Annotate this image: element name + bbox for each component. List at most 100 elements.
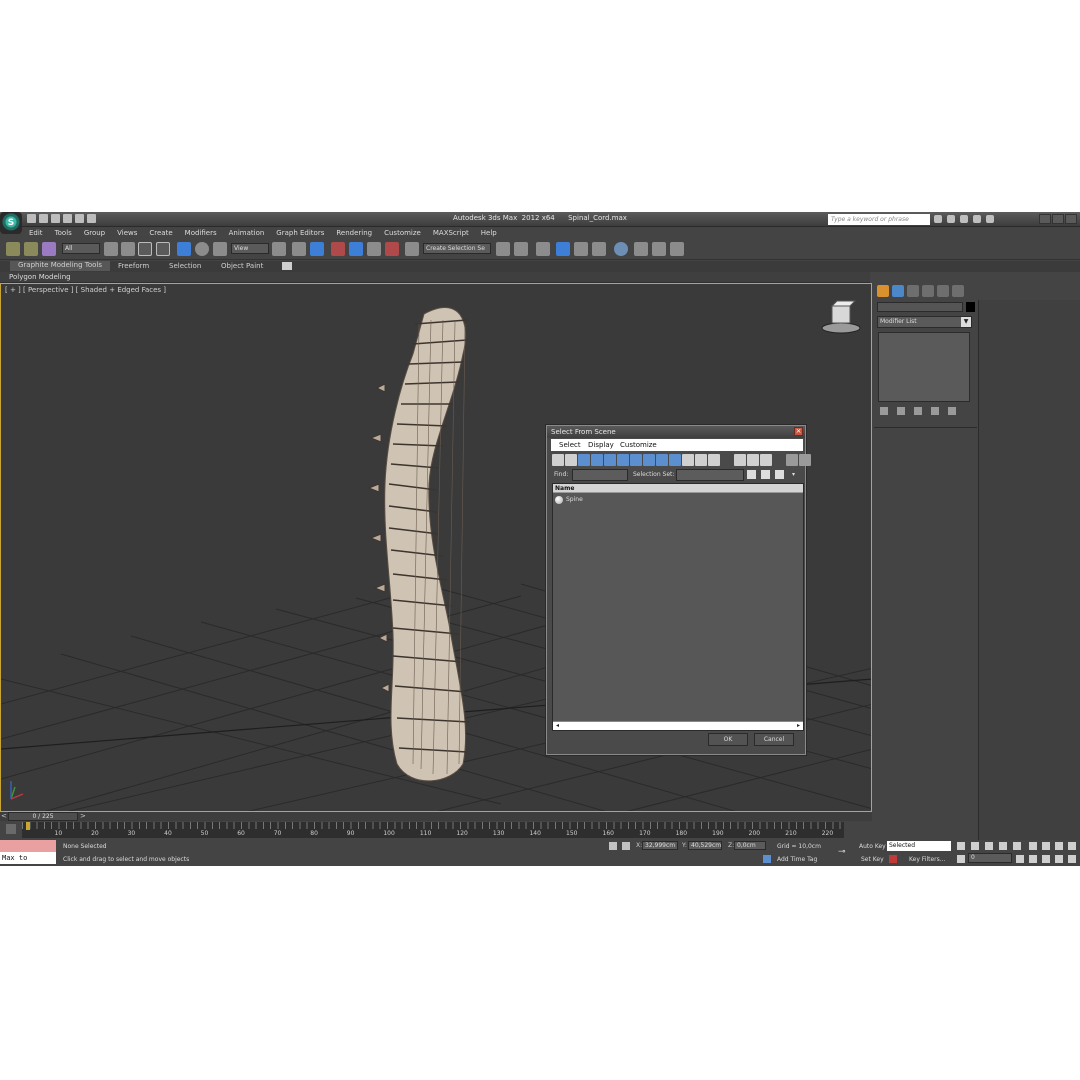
track-bar[interactable]: 10 20 30 40 50 60 70 80 90 100 110 120 130 140 150 160 1… (22, 822, 844, 838)
select-none-icon[interactable] (747, 454, 759, 466)
maximize-viewport-icon[interactable] (1068, 855, 1076, 863)
pan-view-icon[interactable] (1042, 855, 1050, 863)
select-dependents-icon[interactable] (761, 470, 770, 479)
configure-modifier-sets-icon[interactable] (948, 407, 956, 415)
viewcube-icon[interactable] (821, 300, 861, 334)
tab-selection[interactable]: Selection (169, 262, 201, 270)
create-tab-icon[interactable] (877, 285, 889, 297)
subscription-icon[interactable] (947, 215, 955, 223)
menu-edit[interactable]: Edit (22, 227, 48, 238)
tab-graphite-modeling-tools[interactable]: Graphite Modeling Tools (10, 261, 111, 271)
filter-options-icon[interactable] (799, 454, 811, 466)
menu-group[interactable]: Group (77, 227, 110, 238)
modify-tab-icon[interactable] (892, 285, 904, 297)
chevron-down-icon[interactable]: ▾ (792, 471, 795, 478)
mini-curve-editor-icon[interactable] (6, 824, 16, 834)
menu-animation[interactable]: Animation (222, 227, 270, 238)
auto-key-button[interactable]: Auto Key (859, 843, 886, 850)
keyboard-shortcut-override-icon[interactable] (310, 242, 324, 256)
rendered-frame-window-icon[interactable] (652, 242, 666, 256)
edit-named-selection-icon[interactable] (405, 242, 419, 256)
window-crossing-icon[interactable] (156, 242, 170, 256)
display-bones-icon[interactable] (656, 454, 668, 466)
orbit-icon[interactable] (1055, 855, 1063, 863)
list-item[interactable]: Spine (555, 495, 583, 504)
select-children-icon[interactable] (747, 470, 756, 479)
display-containers-icon[interactable] (669, 454, 681, 466)
percent-snap-icon[interactable] (367, 242, 381, 256)
bind-space-warp-icon[interactable] (42, 242, 56, 256)
time-tag-icon[interactable] (763, 855, 771, 863)
angle-snap-icon[interactable] (349, 242, 363, 256)
time-slider-handle[interactable]: 0 / 225 (8, 812, 78, 821)
zoom-icon[interactable] (1029, 842, 1037, 850)
key-icon[interactable]: ⊸ (838, 847, 846, 857)
key-mode-toggle-icon[interactable] (957, 855, 965, 863)
absolute-mode-icon[interactable] (622, 842, 630, 850)
app-logo-icon[interactable]: S (0, 212, 22, 234)
display-helpers-icon[interactable] (604, 454, 616, 466)
curve-editor-icon[interactable] (574, 242, 588, 256)
communication-icon[interactable] (960, 215, 968, 223)
select-manipulate-icon[interactable] (292, 242, 306, 256)
utilities-tab-icon[interactable] (952, 285, 964, 297)
show-end-result-icon[interactable] (897, 407, 905, 415)
menu-create[interactable]: Create (142, 227, 177, 238)
maxscript-listener-output[interactable] (0, 840, 56, 852)
menu-views[interactable]: Views (110, 227, 142, 238)
next-frame-icon[interactable]: > (80, 812, 86, 820)
set-key-button[interactable]: Set Key (861, 856, 884, 863)
graphite-toggle-icon[interactable] (556, 242, 570, 256)
hierarchy-tab-icon[interactable] (907, 285, 919, 297)
make-unique-icon[interactable] (914, 407, 922, 415)
dialog-close-button[interactable]: × (794, 427, 803, 436)
x-coordinate-field[interactable]: 32,999cm (642, 841, 678, 850)
object-color-swatch[interactable] (966, 302, 975, 312)
dialog-menu-select[interactable]: Select (559, 441, 581, 449)
add-time-tag-button[interactable]: Add Time Tag (777, 856, 817, 863)
menu-tools[interactable]: Tools (48, 227, 77, 238)
menu-maxscript[interactable]: MAXScript (426, 227, 474, 238)
lock-icon[interactable] (609, 842, 617, 850)
favorites-icon[interactable] (973, 215, 981, 223)
menu-help[interactable]: Help (474, 227, 502, 238)
material-editor-icon[interactable] (614, 242, 628, 256)
next-key-icon[interactable] (999, 842, 1007, 850)
remove-modifier-icon[interactable] (931, 407, 939, 415)
layer-manager-icon[interactable] (536, 242, 550, 256)
zoom-extents-all-icon[interactable] (1068, 842, 1076, 850)
maxscript-listener-label[interactable]: Max to Physc. (0, 852, 56, 864)
time-slider[interactable]: < 0 / 225 > (0, 812, 872, 821)
object-list[interactable]: Name Spine ◂ ▸ (552, 483, 804, 731)
rectangular-selection-icon[interactable] (138, 242, 152, 256)
display-tab-icon[interactable] (937, 285, 949, 297)
column-header-name[interactable]: Name (553, 484, 803, 493)
align-icon[interactable] (514, 242, 528, 256)
named-selection-set-select[interactable]: Create Selection Se (423, 243, 491, 254)
menu-customize[interactable]: Customize (377, 227, 426, 238)
select-by-name-icon[interactable] (121, 242, 135, 256)
select-and-rotate-icon[interactable] (195, 242, 209, 256)
menu-rendering[interactable]: Rendering (329, 227, 377, 238)
spinner-snap-icon[interactable] (385, 242, 399, 256)
render-setup-icon[interactable] (634, 242, 648, 256)
dialog-title-bar[interactable]: Select From Scene × (547, 426, 805, 438)
menu-modifiers[interactable]: Modifiers (178, 227, 222, 238)
modifier-list-select[interactable]: Modifier List ▼ (877, 316, 972, 328)
select-object-icon[interactable] (104, 242, 118, 256)
motion-tab-icon[interactable] (922, 285, 934, 297)
display-lights-icon[interactable] (578, 454, 590, 466)
select-influences-icon[interactable] (775, 470, 784, 479)
menu-graph-editors[interactable]: Graph Editors (269, 227, 329, 238)
pin-stack-icon[interactable] (880, 407, 888, 415)
binoculars-icon[interactable] (934, 215, 942, 223)
select-and-move-icon[interactable] (177, 242, 191, 256)
y-coordinate-field[interactable]: 40,529cm (688, 841, 722, 850)
horizontal-scrollbar[interactable]: ◂ ▸ (553, 721, 803, 730)
previous-frame-icon[interactable]: < (1, 812, 7, 820)
select-all-icon[interactable] (734, 454, 746, 466)
select-invert-icon[interactable] (760, 454, 772, 466)
object-name-field[interactable] (877, 302, 963, 312)
go-to-start-icon[interactable] (957, 842, 965, 850)
ribbon-panel-polygon-modeling[interactable]: Polygon Modeling (9, 273, 71, 281)
